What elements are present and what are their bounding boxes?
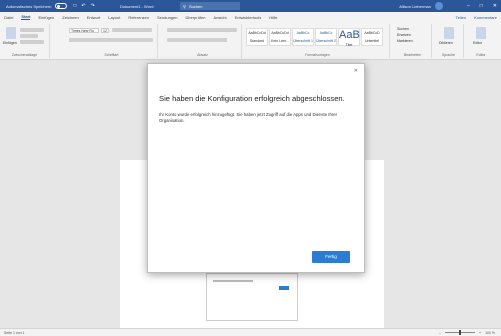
close-icon[interactable]: ✕ [354,68,358,74]
done-button[interactable]: Fertig [312,251,350,263]
modal-overlay: ✕ Sie haben die Konfiguration erfolgreic… [0,0,501,336]
dialog-body: Ihr Konto wurde erfolgreich hinzugefügt.… [159,112,338,123]
dialog-title: Sie haben die Konfiguration erfolgreich … [159,94,345,103]
setup-complete-dialog: ✕ Sie haben die Konfiguration erfolgreic… [147,63,365,273]
